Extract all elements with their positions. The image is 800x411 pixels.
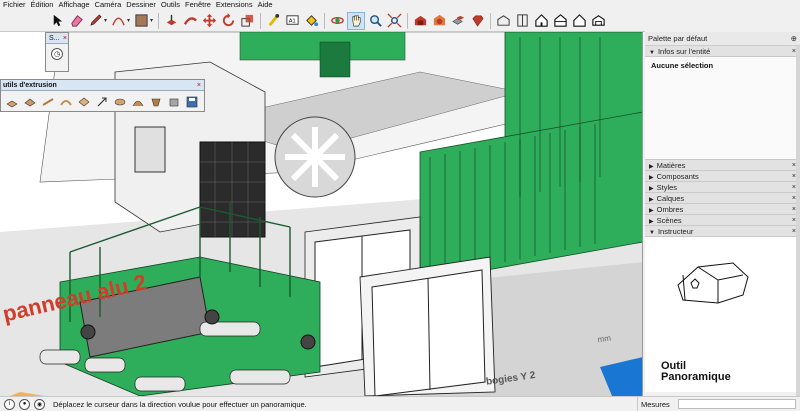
rectangle-dropdown-icon[interactable]: ▾ bbox=[150, 17, 153, 24]
menu-bar: Fichier Édition Affichage Caméra Dessine… bbox=[0, 0, 645, 10]
menu-aide[interactable]: Aide bbox=[258, 0, 273, 10]
tray-section-scenes[interactable]: ▶ Scènes × bbox=[645, 215, 800, 226]
extrude-by-vector-icon[interactable] bbox=[95, 95, 109, 109]
toolbar-separator bbox=[158, 12, 160, 29]
zoom-icon[interactable] bbox=[366, 12, 384, 30]
extrude-skin-icon[interactable] bbox=[167, 95, 181, 109]
expand-arrow-icon: ▶ bbox=[649, 208, 654, 214]
zoom-extents-icon[interactable] bbox=[385, 12, 403, 30]
entity-info-body: Aucune sélection bbox=[645, 57, 800, 160]
extrusion-tool-row bbox=[1, 91, 204, 109]
menu-fenetre[interactable]: Fenêtre bbox=[185, 0, 211, 10]
tray-section-shadows[interactable]: ▶ Ombres × bbox=[645, 204, 800, 215]
user-icon[interactable]: ● bbox=[19, 398, 30, 410]
pin-icon[interactable]: ⊕ bbox=[791, 32, 797, 46]
close-icon[interactable]: × bbox=[63, 33, 67, 44]
measures-label: Mesures bbox=[637, 397, 670, 411]
eraser-icon[interactable] bbox=[67, 12, 85, 30]
toolbar-separator bbox=[260, 12, 262, 29]
extrude-edges-by-face-icon[interactable] bbox=[77, 95, 91, 109]
extrusion-panel-title[interactable]: utils d'extrusion × bbox=[1, 80, 204, 91]
rotate-icon[interactable] bbox=[219, 12, 237, 30]
orbit-icon[interactable] bbox=[328, 12, 346, 30]
floor-unit-label: mm bbox=[597, 333, 612, 344]
geolocation-icon[interactable]: ◉ bbox=[34, 398, 45, 410]
menu-dessiner[interactable]: Dessiner bbox=[126, 0, 156, 10]
pencil-icon[interactable] bbox=[86, 12, 104, 30]
ruby-icon[interactable] bbox=[468, 12, 486, 30]
info-icon[interactable]: i bbox=[4, 398, 15, 410]
measures-input[interactable] bbox=[678, 399, 796, 409]
arc-icon[interactable] bbox=[109, 12, 127, 30]
extrusion-tools-panel[interactable]: utils d'extrusion × bbox=[0, 79, 205, 112]
extrude-capped-icon[interactable] bbox=[149, 95, 163, 109]
expand-arrow-icon: ▶ bbox=[649, 197, 654, 203]
front-view-icon[interactable] bbox=[532, 12, 550, 30]
extrude-loft-icon[interactable] bbox=[131, 95, 145, 109]
move-icon[interactable] bbox=[200, 12, 218, 30]
toolbar-separator bbox=[407, 12, 409, 29]
collapse-arrow-icon: ▼ bbox=[649, 230, 655, 236]
close-icon[interactable]: × bbox=[197, 80, 201, 91]
back-view-icon[interactable] bbox=[570, 12, 588, 30]
instructor-header[interactable]: ▼ Instructeur × bbox=[645, 226, 800, 237]
toolbar-separator bbox=[490, 12, 492, 29]
expand-arrow-icon: ▶ bbox=[649, 186, 654, 192]
menu-edition[interactable]: Édition bbox=[31, 0, 54, 10]
default-tray: Palette par défaut ⊕ ▼ Infos sur l'entité… bbox=[645, 32, 800, 396]
svg-text:A1: A1 bbox=[288, 18, 295, 24]
tray-section-layers[interactable]: ▶ Calques × bbox=[645, 193, 800, 204]
warehouse-icon[interactable] bbox=[411, 12, 429, 30]
menu-fichier[interactable]: Fichier bbox=[3, 0, 26, 10]
status-bar: i ● ◉ Déplacez le curseur dans la direct… bbox=[0, 396, 800, 411]
expand-arrow-icon: ▶ bbox=[649, 164, 654, 170]
extrude-by-lathe-icon[interactable] bbox=[113, 95, 127, 109]
tray-section-styles[interactable]: ▶ Styles × bbox=[645, 182, 800, 193]
floating-toolbar-title[interactable]: S... × bbox=[46, 33, 68, 44]
right-view-icon[interactable] bbox=[551, 12, 569, 30]
left-view-icon[interactable] bbox=[589, 12, 607, 30]
select-icon[interactable] bbox=[48, 12, 66, 30]
tray-section-materials[interactable]: ▶ Matières × bbox=[645, 160, 800, 171]
paint-bucket-icon[interactable] bbox=[302, 12, 320, 30]
scale-icon[interactable] bbox=[238, 12, 256, 30]
expand-arrow-icon: ▶ bbox=[649, 175, 654, 181]
pan-icon[interactable] bbox=[347, 11, 366, 30]
menu-affichage[interactable]: Affichage bbox=[58, 0, 89, 10]
toolbar-separator bbox=[324, 12, 326, 29]
collapse-arrow-icon: ▼ bbox=[649, 50, 655, 56]
tape-measure-icon[interactable] bbox=[264, 12, 282, 30]
extrude-by-rails-icon[interactable] bbox=[59, 95, 73, 109]
tray-scrollbar[interactable] bbox=[796, 46, 800, 396]
pan-illustration-icon bbox=[677, 262, 749, 304]
tray-section-components[interactable]: ▶ Composants × bbox=[645, 171, 800, 182]
tray-title: Palette par défaut ⊕ bbox=[645, 32, 800, 46]
main-toolbar: ▾ ▾ ▾ A1 bbox=[0, 10, 645, 32]
menu-outils[interactable]: Outils bbox=[161, 0, 180, 10]
arc-dropdown-icon[interactable]: ▾ bbox=[127, 17, 130, 24]
components-icon[interactable] bbox=[449, 12, 467, 30]
top-view-icon[interactable] bbox=[513, 12, 531, 30]
extrude-faces-icon[interactable] bbox=[23, 95, 37, 109]
menu-extensions[interactable]: Extensions bbox=[216, 0, 253, 10]
text-icon[interactable]: A1 bbox=[283, 12, 301, 30]
follow-me-icon[interactable] bbox=[181, 12, 199, 30]
menu-camera[interactable]: Caméra bbox=[95, 0, 122, 10]
save-icon[interactable] bbox=[185, 95, 199, 109]
status-message: Déplacez le curseur dans la direction vo… bbox=[53, 399, 307, 409]
entity-info-header[interactable]: ▼ Infos sur l'entité × bbox=[645, 46, 800, 57]
expand-arrow-icon: ▶ bbox=[649, 219, 654, 225]
rectangle-icon[interactable] bbox=[132, 12, 150, 30]
push-pull-icon[interactable] bbox=[162, 12, 180, 30]
iso-view-icon[interactable] bbox=[494, 12, 512, 30]
clock-icon[interactable]: ◷ bbox=[51, 48, 63, 60]
extrude-lines-icon[interactable] bbox=[41, 95, 55, 109]
extension-warehouse-icon[interactable] bbox=[430, 12, 448, 30]
instructor-tool-title: Outil Panoramique bbox=[661, 360, 731, 383]
floating-toolbar-small[interactable]: S... × ◷ bbox=[45, 32, 69, 72]
pencil-dropdown-icon[interactable]: ▾ bbox=[104, 17, 107, 24]
extrude-edges-icon[interactable] bbox=[5, 95, 19, 109]
instructor-body: Outil Panoramique bbox=[645, 237, 800, 392]
entity-info-value: Aucune sélection bbox=[651, 61, 714, 70]
